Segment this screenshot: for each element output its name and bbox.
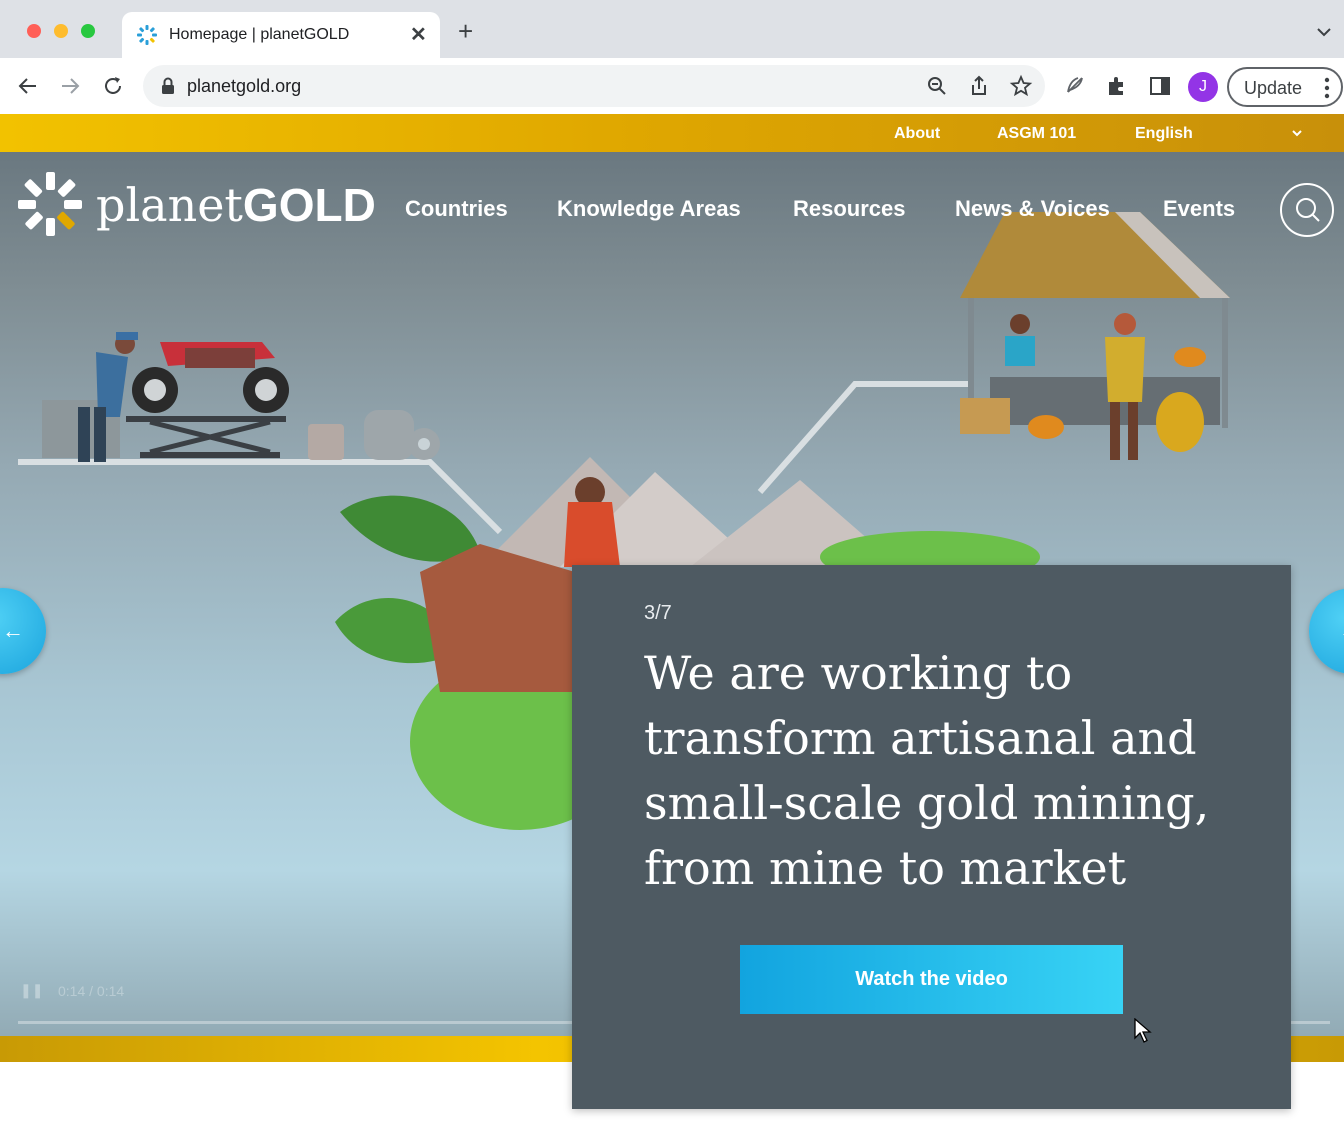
slide-counter: 3/7: [644, 602, 672, 624]
new-tab-icon[interactable]: +: [458, 18, 473, 44]
planetgold-logo-icon[interactable]: [16, 170, 84, 238]
window-zoom-button[interactable]: [81, 24, 95, 38]
tab-title: Homepage | planetGOLD: [169, 26, 350, 43]
edit-feather-icon[interactable]: [1062, 74, 1086, 98]
about-link[interactable]: About: [894, 125, 940, 143]
tab-close-icon[interactable]: ✕: [410, 22, 427, 47]
browser-tab-active[interactable]: Homepage | planetGOLD ✕: [122, 12, 440, 58]
url-text[interactable]: planetgold.org: [187, 76, 301, 97]
nav-news-voices[interactable]: News & Voices: [955, 196, 1110, 222]
arrow-right-icon: →: [1339, 618, 1344, 644]
update-button[interactable]: Update: [1227, 67, 1343, 107]
share-icon[interactable]: [967, 74, 991, 98]
reload-icon[interactable]: [101, 74, 125, 98]
lock-icon[interactable]: [161, 77, 175, 95]
nav-resources[interactable]: Resources: [793, 196, 906, 222]
forward-arrow-icon[interactable]: [58, 74, 82, 98]
planetgold-favicon-icon: [137, 25, 157, 45]
wordmark-gold: GOLD: [242, 179, 376, 231]
update-label: Update: [1244, 78, 1303, 98]
window-close-button[interactable]: [27, 24, 41, 38]
tab-search-chevron-icon[interactable]: [1314, 22, 1334, 42]
back-arrow-icon[interactable]: [16, 74, 40, 98]
browser-tab-strip: Homepage | planetGOLD ✕ +: [0, 0, 1344, 58]
bookmark-star-icon[interactable]: [1009, 74, 1033, 98]
window-minimize-button[interactable]: [54, 24, 68, 38]
hero-headline: We are working to transform artisanal an…: [644, 646, 1210, 895]
profile-avatar[interactable]: J: [1188, 72, 1218, 102]
video-time: 0:14 / 0:14: [58, 983, 125, 999]
search-icon: [1296, 198, 1320, 222]
zoom-magnifier-icon[interactable]: [925, 74, 949, 98]
browser-toolbar: planetgold.org J Update: [0, 58, 1344, 114]
more-vertical-icon[interactable]: [1324, 77, 1330, 99]
nav-countries[interactable]: Countries: [405, 196, 508, 222]
arrow-left-icon: ←: [2, 618, 24, 643]
utility-nav-bar: About ASGM 101 English: [0, 114, 1344, 152]
side-panel-icon[interactable]: [1148, 74, 1172, 98]
language-selector[interactable]: English: [1135, 125, 1193, 143]
site-search-button[interactable]: [1280, 183, 1334, 237]
address-bar[interactable]: planetgold.org: [143, 65, 1045, 107]
hero-slide-card: 3/7 We are working to transform artisana…: [572, 565, 1291, 1109]
nav-knowledge-areas[interactable]: Knowledge Areas: [557, 196, 741, 222]
video-pause-icon[interactable]: ❚❚: [20, 982, 43, 999]
planetgold-wordmark[interactable]: planetGOLD: [96, 178, 376, 232]
mouse-pointer-icon: [1134, 1018, 1152, 1043]
extensions-puzzle-icon[interactable]: [1105, 74, 1129, 98]
chevron-down-icon[interactable]: [1290, 126, 1304, 140]
nav-events[interactable]: Events: [1163, 196, 1235, 222]
wordmark-planet: planet: [96, 178, 243, 232]
asgm-101-link[interactable]: ASGM 101: [997, 125, 1076, 143]
watch-video-button[interactable]: Watch the video: [740, 945, 1123, 1014]
